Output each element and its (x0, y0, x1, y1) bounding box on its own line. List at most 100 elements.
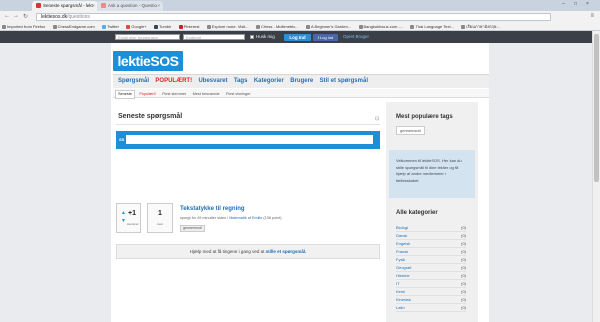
tab-most-views[interactable]: Flest visninger (224, 91, 252, 98)
vote-down-icon[interactable]: ▼ (121, 218, 126, 224)
bookmarks-bar: Imported from Firefox ChessEndgame.com T… (0, 23, 600, 31)
category-link[interactable]: Matematik (229, 216, 247, 220)
scrollbar-thumb[interactable] (594, 34, 599, 182)
category-item[interactable]: Kemi (0) (396, 288, 466, 296)
bookmark-icon (358, 24, 363, 29)
site-login-bar: Email eller brugernavn Kodeord Husk mig … (0, 31, 600, 43)
category-item[interactable]: Dansk (0) (396, 232, 466, 240)
category-item[interactable]: Historie (0) (396, 272, 466, 280)
category-item[interactable]: Latin (0) (396, 304, 466, 312)
category-list: Biologi (0) Dansk (0) Engelsk (0) Fransk (0)… (396, 224, 466, 312)
bookmark-item[interactable]: เรียนภาษาอังกฤษ... (461, 23, 500, 30)
bookmark-item[interactable]: Twitter (102, 23, 119, 30)
login-button[interactable]: Log Ind (284, 34, 311, 41)
bookmark-item[interactable]: Chess - Multimetric... (256, 23, 299, 30)
maximize-icon[interactable]: □ (574, 1, 577, 7)
category-item[interactable]: Geografi (0) (396, 264, 466, 272)
nav-popular[interactable]: POPULÆRT! (155, 75, 192, 88)
close-tab-icon[interactable]: × (157, 3, 160, 8)
vote-count: +1 (128, 210, 136, 217)
rss-icon[interactable]: ⊡ (375, 116, 379, 122)
email-field[interactable]: Email eller brugernavn (115, 34, 180, 40)
tab-popular[interactable]: Populært! (137, 91, 157, 98)
browser-toolbar: ← → ↻ lektiesos.dk/questions ≡ (0, 11, 600, 23)
nav-questions[interactable]: Spørgsmål (118, 75, 149, 88)
twitter-icon (102, 24, 107, 29)
nav-ask-question[interactable]: Stil et spørgsmål (320, 75, 368, 88)
answer-count: 1 (158, 210, 162, 217)
bookmark-icon (461, 24, 466, 29)
vote-box: ▲ ▼ +1 stemmer (116, 203, 141, 233)
close-window-icon[interactable]: × (586, 1, 589, 7)
remember-label: Husk mig (256, 34, 275, 39)
back-icon[interactable]: ← (4, 13, 10, 19)
answer-label: svar (157, 222, 163, 226)
bookmark-item[interactable]: Google+ (126, 23, 147, 30)
category-item[interactable]: IT (0) (396, 280, 466, 288)
page-title: Seneste spørgsmål (118, 113, 183, 120)
category-item[interactable]: Biologi (0) (396, 224, 466, 232)
signup-link[interactable]: Opret Bruger (343, 34, 369, 39)
close-tab-icon[interactable]: × (92, 3, 95, 8)
category-item[interactable]: Engelsk (0) (396, 240, 466, 248)
divider (116, 124, 380, 125)
site-logo[interactable]: lektieSOS (113, 51, 183, 71)
bookmark-item[interactable]: Bangkokfocus.com -... (358, 23, 403, 30)
sidebar: Mest populære tags gennemsnit Velkommen … (386, 102, 478, 322)
nav-categories[interactable]: Kategorier (254, 75, 284, 88)
facebook-login-button[interactable]: f Log ind (313, 34, 338, 41)
forward-icon[interactable]: → (13, 13, 19, 19)
tab-most-votes[interactable]: Flest stemmer (160, 91, 188, 98)
bookmark-item[interactable]: Pinterest (178, 23, 199, 30)
welcome-box: Velkommen til lektieSOS. Her kan du stil… (389, 150, 475, 198)
search-bar: SS (116, 131, 380, 149)
pinterest-icon (178, 24, 183, 29)
vote-label: stemmer (127, 222, 139, 226)
question-title-link[interactable]: Tekstatykke til regning (180, 206, 245, 212)
nav-users[interactable]: Brugere (290, 75, 313, 88)
bookmark-icon (52, 24, 57, 29)
bookmark-icon (206, 24, 211, 29)
bookmark-item[interactable]: Imported from Firefox (2, 23, 45, 30)
bookmark-item[interactable]: Tumblr (153, 23, 171, 30)
password-field[interactable]: Kodeord (183, 34, 245, 40)
user-link[interactable]: Emilie (252, 216, 262, 220)
category-item[interactable]: Fysik (0) (396, 256, 466, 264)
tab-most-answered[interactable]: Mest besvarede (191, 91, 222, 98)
bookmark-item[interactable]: Thai Language Text... (410, 23, 454, 30)
google-plus-icon (126, 24, 131, 29)
url-domain: lektiesos.dk (41, 14, 68, 20)
folder-icon (2, 24, 6, 29)
address-bar[interactable]: lektiesos.dk/questions (36, 13, 551, 21)
favicon-icon (101, 3, 106, 8)
question-meta: spurgt for 49 minutter siden i Matematik… (180, 216, 282, 220)
ask-question-link[interactable]: stille et spørgsmål. (266, 249, 307, 254)
search-input[interactable] (126, 135, 373, 144)
minimize-icon[interactable]: – (562, 1, 565, 7)
url-path: /questions (67, 14, 90, 20)
browser-tab-active[interactable]: Seneste spørgsmål - lekt × (32, 1, 98, 11)
category-item[interactable]: Fransk (0) (396, 248, 466, 256)
bookmark-item[interactable]: Explore more. Visit... (206, 23, 249, 30)
answer-box: 1 svar (147, 203, 173, 233)
bookmark-icon (410, 24, 415, 29)
question-tag[interactable]: gennemsnit (180, 225, 205, 232)
category-item[interactable]: Kinesisk (0) (396, 296, 466, 304)
popular-tag[interactable]: gennemsnit (396, 126, 425, 135)
remember-checkbox[interactable] (250, 35, 254, 39)
tab-latest[interactable]: Seneste (115, 90, 135, 99)
bookmark-item[interactable]: A Beginner's Garden... (306, 23, 351, 30)
bookmark-icon (306, 24, 310, 29)
nav-tags[interactable]: Tags (234, 75, 248, 88)
question-item: ▲ ▼ +1 stemmer 1 svar Tekstatykke til re… (116, 203, 380, 237)
menu-icon[interactable]: ≡ (590, 13, 594, 19)
sort-tabs: Seneste Populært! Flest stemmer Mest bes… (113, 89, 489, 99)
ask-prompt: Hjælp med at få tingene i gang ved at st… (116, 244, 380, 259)
browser-tab-inactive[interactable]: Ask a question - Questio × (97, 1, 163, 11)
bookmark-item[interactable]: ChessEndgame.com (52, 23, 95, 30)
nav-unanswered[interactable]: Ubesvaret (198, 75, 227, 88)
categories-title: Alle kategorier (396, 210, 438, 216)
reload-icon[interactable]: ↻ (23, 13, 28, 20)
bookmark-icon (256, 24, 261, 29)
vote-up-icon[interactable]: ▲ (121, 210, 126, 216)
